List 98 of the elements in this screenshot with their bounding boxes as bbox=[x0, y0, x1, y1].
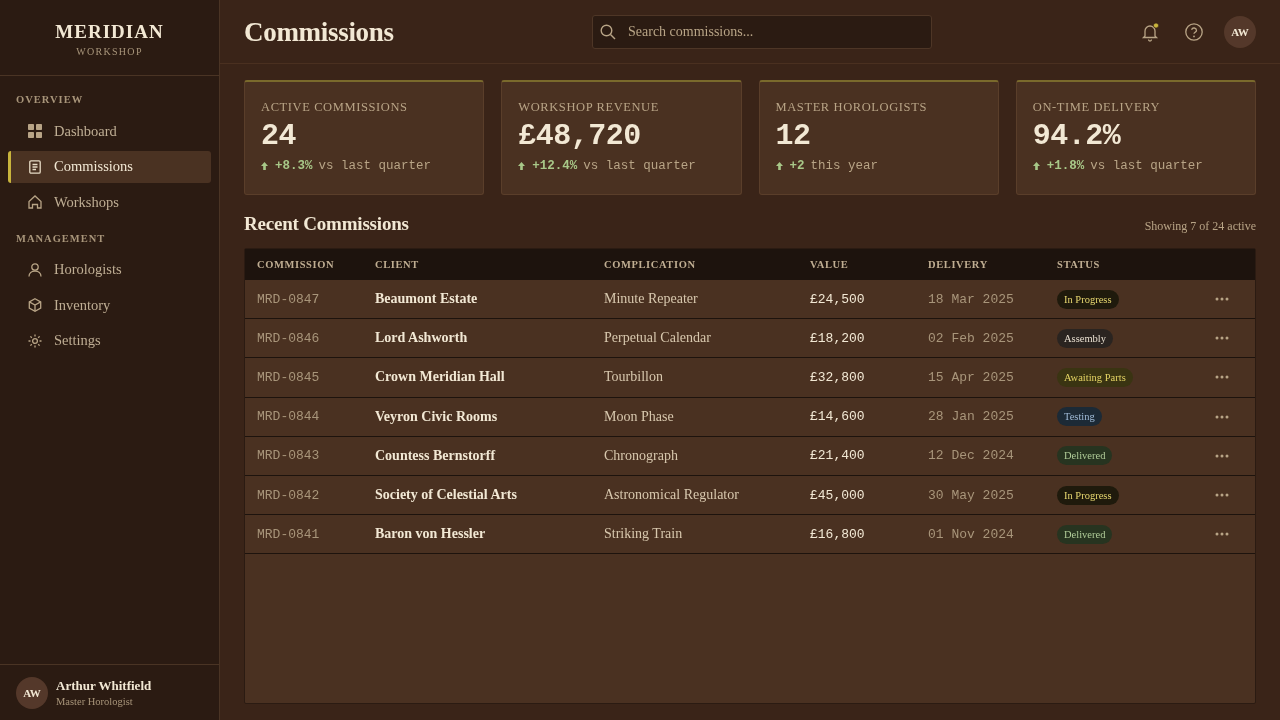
commission-id-cell-text: MRD-0847 bbox=[257, 291, 321, 307]
more-icon[interactable] bbox=[1215, 336, 1229, 341]
value-cell-text: £24,500 bbox=[810, 291, 866, 307]
stat-change: +1.8% bbox=[1046, 159, 1085, 173]
delivery-date-cell-text: 28 Jan 2025 bbox=[928, 409, 1015, 425]
value-cell-text: £21,400 bbox=[810, 448, 866, 464]
stat-label: WORKSHOP REVENUE bbox=[518, 99, 660, 115]
stat-note: this year bbox=[810, 159, 879, 173]
nav-section-label: OVERVIEW bbox=[15, 93, 85, 107]
nav-item[interactable]: Settings bbox=[8, 324, 211, 357]
value-cell-text: £14,600 bbox=[810, 409, 866, 425]
value-column-header: VALUE bbox=[810, 259, 850, 270]
status-badge: Testing bbox=[1057, 407, 1102, 427]
delivery-date-cell-text: 18 Mar 2025 bbox=[928, 291, 1015, 307]
commission-column-header: COMMISSION bbox=[257, 259, 336, 270]
section-title: Recent Commissions bbox=[244, 212, 409, 236]
nav-item[interactable]: Dashboard bbox=[8, 115, 211, 147]
stat-change: +12.4% bbox=[532, 159, 578, 173]
grid-icon bbox=[28, 124, 42, 138]
notification-bell-icon[interactable] bbox=[1140, 21, 1160, 42]
person-icon bbox=[28, 262, 42, 277]
more-icon[interactable] bbox=[1215, 532, 1229, 537]
complication-cell-text: Minute Repeater bbox=[604, 291, 699, 308]
value-cell-text: £16,800 bbox=[810, 526, 866, 542]
page-title: Commissions bbox=[244, 15, 395, 48]
complication-cell-text: Tourbillon bbox=[604, 369, 664, 386]
complication-cell-text: Perpetual Calendar bbox=[604, 330, 712, 347]
search-field[interactable]: Search commissions... bbox=[592, 14, 932, 49]
user-avatar: AW bbox=[16, 677, 48, 709]
value-cell-text: £45,000 bbox=[810, 487, 866, 503]
delivery-date-cell-text: 02 Feb 2025 bbox=[928, 330, 1015, 346]
stat-value: 12 bbox=[775, 118, 812, 154]
delivery-date-cell-text: 15 Apr 2025 bbox=[928, 369, 1015, 385]
nav-item[interactable]: Commissions bbox=[8, 150, 211, 183]
stat-label: ACTIVE COMMISSIONS bbox=[261, 99, 409, 115]
stat-note: vs last quarter bbox=[318, 159, 432, 173]
house-icon bbox=[28, 195, 42, 209]
status-badge: Awaiting Parts bbox=[1057, 367, 1133, 387]
stat-note: vs last quarter bbox=[583, 159, 696, 173]
status-badge: In Progress bbox=[1057, 485, 1119, 505]
stat-change: +2 bbox=[789, 159, 805, 173]
commission-id-cell-text: MRD-0841 bbox=[257, 526, 321, 542]
status-badge: In Progress bbox=[1057, 289, 1119, 309]
cube-icon bbox=[28, 298, 42, 312]
delivery-date-cell-text: 30 May 2025 bbox=[928, 487, 1015, 503]
nav-section-label: MANAGEMENT bbox=[15, 231, 107, 246]
commission-id-cell-text: MRD-0846 bbox=[257, 330, 321, 346]
brand-name: MERIDIAN bbox=[55, 21, 164, 43]
status-badge: Delivered bbox=[1057, 446, 1113, 466]
status-badge: Delivered bbox=[1057, 524, 1113, 544]
complication-column-header: COMPLICATION bbox=[604, 259, 697, 270]
client-cell-text: Crown Meridian Hall bbox=[375, 369, 506, 386]
status-column-header: STATUS bbox=[1057, 259, 1101, 270]
user-name: Arthur Whitfield bbox=[56, 677, 152, 694]
commission-id-cell-text: MRD-0842 bbox=[257, 487, 321, 503]
complication-cell-text: Astronomical Regulator bbox=[604, 487, 740, 504]
client-cell-text: Lord Ashworth bbox=[375, 330, 469, 347]
stat-label: MASTER HOROLOGISTS bbox=[775, 99, 928, 115]
table-summary: Showing 7 of 24 active bbox=[1144, 219, 1256, 234]
stat-value: 94.2% bbox=[1032, 118, 1122, 154]
brand-tagline: WORKSHOP bbox=[76, 46, 143, 58]
status-badge: Assembly bbox=[1057, 328, 1113, 348]
client-cell-text: Beaumont Estate bbox=[375, 291, 479, 308]
stat-label: ON-TIME DELIVERY bbox=[1032, 99, 1162, 115]
nav-item[interactable]: Workshops bbox=[8, 186, 211, 218]
more-icon[interactable] bbox=[1215, 297, 1229, 302]
document-icon bbox=[28, 159, 42, 174]
user-avatar[interactable]: AW bbox=[1224, 15, 1256, 48]
stat-note: vs last quarter bbox=[1090, 159, 1203, 173]
settings-icon bbox=[28, 333, 42, 348]
client-cell-text: Baron von Hessler bbox=[375, 526, 487, 543]
delivery-date-cell-text: 01 Nov 2024 bbox=[928, 526, 1015, 542]
stat-value: £48,720 bbox=[518, 118, 642, 154]
complication-cell-text: Striking Train bbox=[604, 526, 684, 543]
commission-id-cell-text: MRD-0845 bbox=[257, 369, 321, 385]
nav-item[interactable]: Horologists bbox=[8, 253, 211, 286]
value-cell-text: £32,800 bbox=[810, 369, 866, 385]
complication-cell-text: Moon Phase bbox=[604, 408, 675, 425]
client-column-header: CLIENT bbox=[375, 259, 420, 270]
value-cell-text: £18,200 bbox=[810, 330, 866, 346]
help-icon[interactable] bbox=[1184, 21, 1204, 42]
client-cell-text: Veyron Civic Rooms bbox=[375, 408, 499, 425]
more-icon[interactable] bbox=[1215, 414, 1229, 419]
stat-change: +8.3% bbox=[275, 159, 313, 173]
delivery-column-header: DELIVERY bbox=[928, 259, 989, 270]
client-cell-text: Countess Bernstorff bbox=[375, 447, 497, 464]
more-icon[interactable] bbox=[1215, 375, 1229, 380]
more-icon[interactable] bbox=[1215, 453, 1229, 458]
delivery-date-cell-text: 12 Dec 2024 bbox=[928, 448, 1015, 464]
commission-id-cell-text: MRD-0843 bbox=[257, 448, 321, 464]
commission-id-cell-text: MRD-0844 bbox=[257, 409, 321, 425]
client-cell-text: Society of Celestial Arts bbox=[375, 487, 518, 504]
more-icon[interactable] bbox=[1215, 493, 1229, 498]
search-icon bbox=[600, 23, 616, 40]
complication-cell-text: Chronograph bbox=[604, 447, 679, 464]
user-role: Master Horologist bbox=[56, 695, 134, 709]
stat-value: 24 bbox=[261, 118, 297, 154]
nav-item[interactable]: Inventory bbox=[8, 289, 211, 321]
